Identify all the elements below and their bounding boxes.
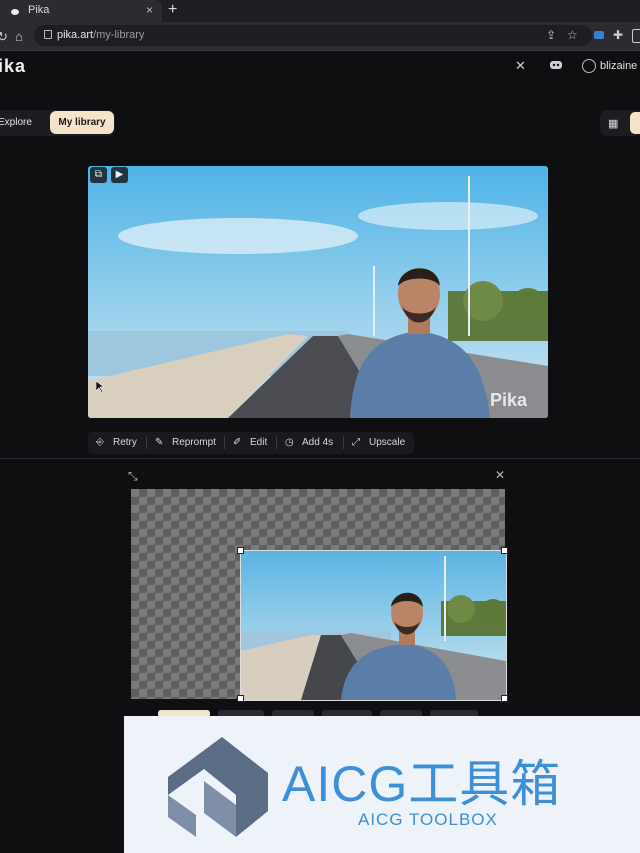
expand-arrows-icon: ⤢	[352, 437, 360, 448]
banner-subtitle: AICG TOOLBOX	[358, 810, 498, 829]
add-time-icon: ◷	[285, 437, 294, 448]
reload-icon[interactable]: ↻	[0, 29, 8, 45]
video-thumbnail	[241, 551, 506, 700]
mouse-cursor-icon	[96, 381, 104, 393]
video-frame	[88, 166, 548, 418]
lock-icon[interactable]	[44, 30, 52, 39]
x-twitter-icon[interactable]: ✕	[515, 58, 526, 74]
edit-brush-icon: ✐	[233, 437, 242, 448]
reprompt-button[interactable]: Reprompt	[172, 437, 216, 448]
banner-title: AICG工具箱	[282, 756, 562, 812]
play-button[interactable]: ▶	[111, 167, 128, 183]
collapse-arrows-icon[interactable]: ⤡	[128, 469, 138, 484]
new-tab-button[interactable]: +	[168, 1, 177, 19]
list-view-button[interactable]	[630, 112, 640, 134]
puzzle-extensions-icon[interactable]: ✚	[613, 28, 623, 42]
tab-close-icon[interactable]: ×	[146, 3, 153, 17]
user-avatar-icon[interactable]	[582, 59, 596, 73]
sidebar-panel-icon[interactable]	[632, 29, 640, 43]
bookmark-star-icon[interactable]: ☆	[567, 28, 578, 42]
url-path: /my-library	[93, 29, 145, 41]
extension-icon[interactable]	[594, 31, 604, 39]
pika-logo[interactable]: ika	[0, 56, 26, 77]
url-text: pika.art/my-library	[57, 29, 144, 41]
discord-icon[interactable]	[549, 59, 563, 71]
toolbar-separator	[224, 436, 225, 449]
close-icon[interactable]: ✕	[495, 468, 505, 482]
section-divider	[0, 458, 640, 459]
retry-button[interactable]: Retry	[113, 437, 137, 448]
toolbar-separator	[343, 436, 344, 449]
resize-handle-top-right[interactable]	[501, 547, 508, 554]
resize-handle-top-left[interactable]	[237, 547, 244, 554]
resize-handle-bottom-right[interactable]	[501, 695, 508, 702]
toolbar-separator	[146, 436, 147, 449]
open-external-button[interactable]: ⧉	[90, 167, 107, 183]
reprompt-icon: ✎	[155, 437, 164, 448]
resize-handle-bottom-left[interactable]	[237, 695, 244, 702]
aicg-logo-icon	[168, 737, 268, 837]
tab-my-library[interactable]: My library	[50, 111, 114, 134]
url-host: pika.art	[57, 29, 94, 41]
tab-explore[interactable]: Explore	[0, 117, 32, 128]
pika-favicon-icon	[11, 9, 19, 15]
upscale-button[interactable]: Upscale	[369, 437, 405, 448]
retry-icon: ⎆	[96, 437, 104, 448]
username[interactable]: blizaine	[600, 60, 637, 72]
edit-button[interactable]: Edit	[250, 437, 267, 448]
toolbar-separator	[276, 436, 277, 449]
add-4s-button[interactable]: Add 4s	[302, 437, 333, 448]
pika-watermark: Pika	[490, 390, 528, 410]
share-icon[interactable]: ⇪	[546, 28, 556, 42]
tab-title: Pika	[28, 4, 50, 16]
home-icon[interactable]: ⌂	[15, 29, 23, 44]
resizable-video-frame[interactable]	[240, 550, 507, 701]
grid-view-icon[interactable]: ▦	[608, 117, 618, 130]
browser-tab[interactable]	[0, 0, 162, 22]
generated-video[interactable]	[88, 166, 548, 418]
